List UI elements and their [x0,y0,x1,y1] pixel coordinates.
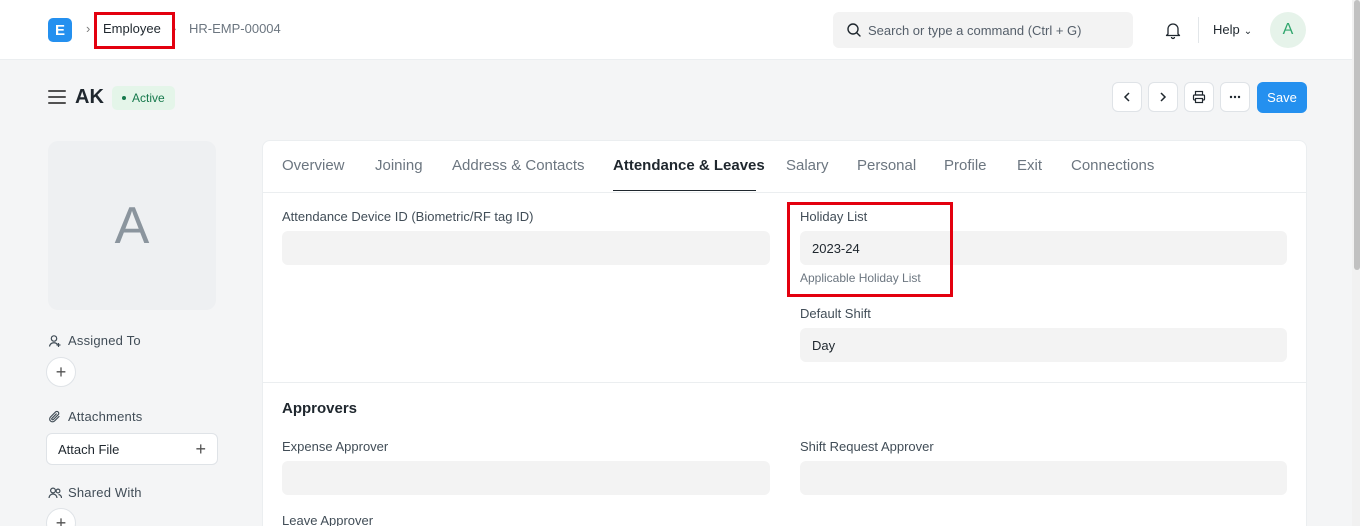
holiday-list-input[interactable]: 2023-24 [800,231,1287,265]
previous-record-button[interactable] [1112,82,1142,112]
save-button[interactable]: Save [1257,82,1307,113]
tab-salary[interactable]: Salary [786,157,829,174]
shift-request-approver-input[interactable] [800,461,1287,495]
attach-file-button[interactable]: Attach File + [46,433,218,465]
navbar: E › Employee › HR-EMP-00004 Search or ty… [0,0,1356,60]
tab-personal[interactable]: Personal [857,157,916,174]
employee-avatar[interactable]: A [48,141,216,310]
next-record-button[interactable] [1148,82,1178,112]
chevron-right-icon [1160,92,1167,102]
default-shift-input[interactable]: Day [800,328,1287,362]
attach-file-label: Attach File [58,441,120,457]
tab-profile[interactable]: Profile [944,157,987,174]
help-label: Help [1213,22,1240,37]
more-actions-button[interactable] [1220,82,1250,112]
ellipsis-icon [1229,95,1241,99]
chevron-down-icon: ⌄ [1243,26,1253,37]
plus-icon: + [55,361,67,382]
holiday-list-description: Applicable Holiday List [800,271,921,285]
tab-joining[interactable]: Joining [375,157,423,174]
status-dot [122,96,126,100]
tab-address-contacts[interactable]: Address & Contacts [452,157,585,174]
assigned-to-label: Assigned To [48,333,141,348]
plus-icon: + [55,512,67,526]
add-assignee-button[interactable]: + [46,357,76,387]
scrollbar-thumb[interactable] [1354,0,1360,270]
section-divider [263,382,1306,383]
chevron-left-icon [1123,92,1130,102]
tab-overview[interactable]: Overview [282,157,345,174]
default-shift-label: Default Shift [800,306,871,321]
users-icon [48,486,62,498]
chevron-right-icon: › [172,21,177,36]
help-dropdown[interactable]: Help ⌄ [1213,22,1252,37]
status-badge: Active [112,86,175,110]
search-input[interactable]: Search or type a command (Ctrl + G) [833,12,1133,48]
tab-exit[interactable]: Exit [1017,157,1042,174]
status-label: Active [132,91,165,105]
attachments-text: Attachments [68,409,143,424]
paperclip-icon [49,410,60,422]
print-button[interactable] [1184,82,1214,112]
chevron-right-icon: › [86,21,91,36]
page-title: AK [75,86,104,108]
printer-icon [1192,90,1206,104]
breadcrumb-record-id[interactable]: HR-EMP-00004 [189,21,281,36]
add-share-button[interactable]: + [46,508,76,526]
shared-with-label: Shared With [48,485,142,500]
search-icon [847,23,861,37]
attachments-label: Attachments [48,409,142,424]
plus-icon: + [195,438,206,459]
expense-approver-label: Expense Approver [282,439,389,454]
nav-divider [1198,17,1199,43]
holiday-list-label: Holiday List [800,209,868,224]
app-logo[interactable]: E [48,18,72,42]
tab-connections[interactable]: Connections [1071,157,1154,174]
breadcrumb-employee[interactable]: Employee [103,21,161,36]
attendance-device-id-input[interactable] [282,231,770,265]
assigned-to-text: Assigned To [68,333,141,348]
sidebar-toggle-icon[interactable] [48,90,66,104]
leave-approver-label: Leave Approver [282,513,374,526]
active-tab-indicator [613,190,756,191]
search-placeholder: Search or type a command (Ctrl + G) [868,23,1082,38]
shared-with-text: Shared With [68,485,142,500]
shift-request-approver-label: Shift Request Approver [800,439,934,454]
user-avatar[interactable]: A [1270,12,1306,48]
tab-attendance-leaves[interactable]: Attendance & Leaves [613,157,765,174]
expense-approver-input[interactable] [282,461,770,495]
bell-icon[interactable] [1163,20,1183,40]
approvers-section-title: Approvers [282,400,358,417]
user-plus-icon [48,334,61,347]
attendance-device-id-label: Attendance Device ID (Biometric/RF tag I… [282,209,534,224]
